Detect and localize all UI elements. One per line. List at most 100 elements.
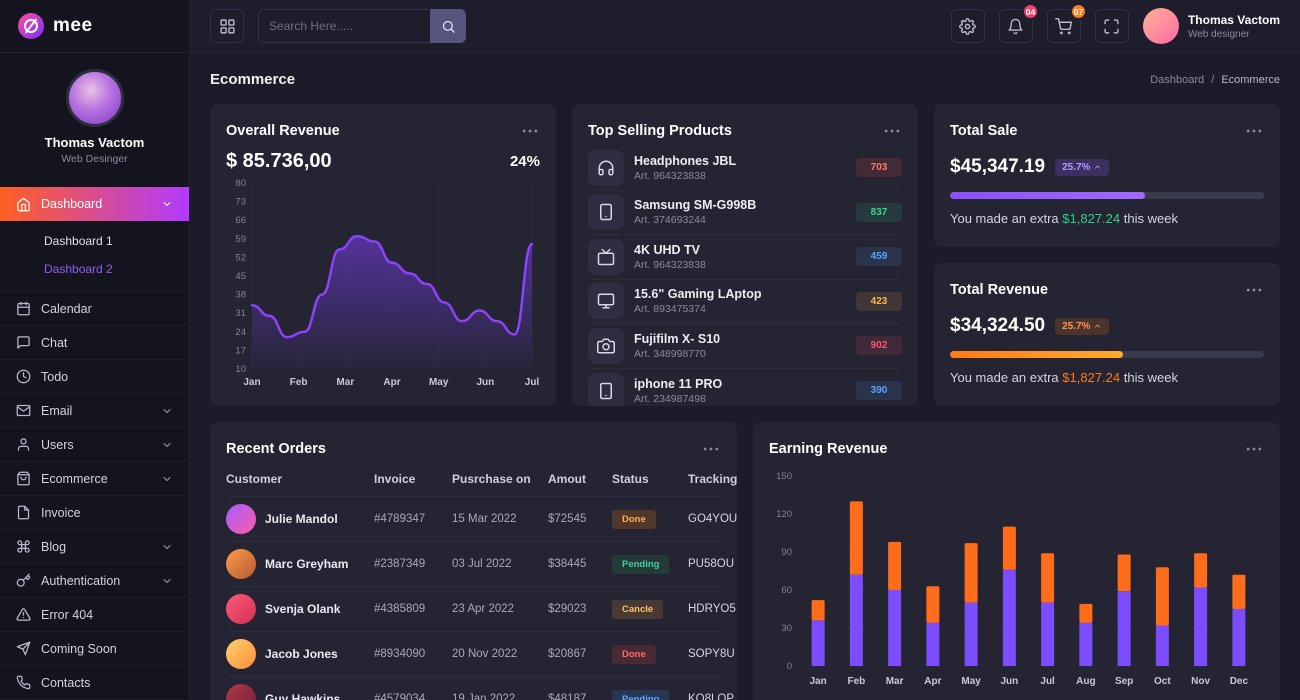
customer-name: Svenja Olank (265, 602, 341, 616)
list-item[interactable]: iphone 11 PRO Art. 234987498 390 (588, 369, 902, 406)
sidebar-item-ecommerce[interactable]: Ecommerce (0, 462, 189, 496)
command-icon (16, 539, 31, 554)
product-count-badge: 459 (856, 247, 902, 267)
status-badge: Cancle (612, 600, 664, 619)
apps-grid-button[interactable] (210, 9, 244, 43)
sidebar-item-chat[interactable]: Chat (0, 326, 189, 360)
column-header: Status (612, 472, 649, 486)
product-art: Art. 374693244 (634, 214, 706, 227)
status-badge: Pending (612, 555, 670, 574)
sidebar-item-users[interactable]: Users (0, 428, 189, 462)
product-image (588, 372, 624, 406)
list-item[interactable]: Fujifilm X- S10 Art. 348998770 902 (588, 324, 902, 369)
notifications-button[interactable]: 04 (998, 3, 1039, 43)
gear-icon (959, 17, 977, 35)
product-count-badge: 837 (856, 202, 902, 222)
maximize-icon (1103, 18, 1120, 35)
status-badge: Done (612, 510, 656, 529)
card-menu-button[interactable] (701, 439, 721, 459)
user-menu[interactable]: Thomas Vactom Web designer (1142, 8, 1280, 44)
sidebar-item-dashboard[interactable]: Dashboard (0, 187, 189, 221)
card-menu-button[interactable] (882, 121, 902, 141)
earning-revenue-card: Earning Revenue 0 30 60 90 120 150 Jan Feb Mar Ap… (753, 422, 1280, 700)
sidebar-item-invoice[interactable]: Invoice (0, 496, 189, 530)
profile-name: Thomas Vactom (44, 135, 145, 150)
svg-text:80: 80 (235, 178, 246, 189)
sidebar-item-coming-soon[interactable]: Coming Soon (0, 632, 189, 666)
trend-badge: 25.7% (1055, 158, 1110, 176)
list-item[interactable]: 15.6" Gaming LAptop Art. 893475374 423 (588, 280, 902, 324)
sidebar-item-calendar[interactable]: Calendar (0, 292, 189, 326)
invoice-cell: #4789347 (374, 513, 426, 525)
progress-fill (950, 192, 1145, 199)
product-image (588, 149, 624, 186)
list-item[interactable]: Headphones JBL Art. 964323838 703 (588, 146, 902, 191)
list-item[interactable]: Samsung SM-G998B Art. 374693244 837 (588, 191, 902, 235)
sidebar-item-label: Contacts (41, 675, 91, 690)
alert-triangle-icon (16, 607, 31, 622)
product-count-badge: 390 (856, 381, 902, 401)
sidebar-item-dashboard-1[interactable]: Dashboard 1 (0, 227, 189, 255)
brand-logo-icon (18, 13, 44, 39)
card-menu-button[interactable] (1244, 280, 1264, 300)
sidebar-item-todo[interactable]: Todo (0, 360, 189, 394)
svg-text:Oct: Oct (1154, 676, 1171, 687)
svg-text:May: May (961, 676, 981, 687)
total-revenue-card: Total Revenue $34,324.50 25.7% You made … (934, 263, 1280, 406)
product-name: Fujifilm X- S10 (634, 331, 721, 346)
brand-name: mee (53, 15, 93, 36)
sidebar-item-dashboard-2[interactable]: Dashboard 2 (0, 255, 189, 283)
extra-text: You made an extra $1,827.24 this week (950, 211, 1178, 226)
sidebar-item-blog[interactable]: Blog (0, 530, 189, 564)
profile-avatar[interactable] (65, 69, 124, 127)
breadcrumb-dashboard[interactable]: Dashboard (1150, 74, 1204, 86)
topbar: 04 07 Thomas Vactom Web designer (190, 0, 1300, 53)
card-title: Top Selling Products (588, 123, 732, 139)
card-menu-button[interactable] (1244, 439, 1264, 459)
invoice-cell: #2387349 (374, 558, 426, 570)
table-row[interactable]: Guy Hawkins #4579034 19 Jan 2022 $48187 … (226, 677, 734, 700)
list-item[interactable]: 4K UHD TV Art. 964323838 459 (588, 235, 902, 280)
search-input[interactable] (258, 9, 430, 43)
top-selling-products-card: Top Selling Products Headphones JBL Art. … (572, 104, 918, 406)
sidebar-nav: Dashboard Dashboard 1 Dashboard 2 Calend… (0, 187, 189, 700)
overall-revenue-card: Overall Revenue $ 85.736,00 24% 80 73 66 59… (210, 104, 556, 406)
fullscreen-button[interactable] (1094, 9, 1129, 43)
card-menu-button[interactable] (520, 121, 540, 141)
search-button[interactable] (430, 9, 466, 43)
brand-logo[interactable]: mee (0, 0, 189, 53)
sidebar-item-label: Users (41, 437, 74, 452)
column-header: Tracking (688, 472, 737, 486)
smartphone-icon (597, 203, 615, 221)
table-row[interactable]: Julie Mandol #4789347 15 Mar 2022 $72545… (226, 497, 737, 542)
overall-revenue-chart: 80 73 66 59 52 45 38 31 24 17 10 Jan Feb Mar Apr May Jun… (235, 178, 539, 388)
svg-text:Nov: Nov (1191, 676, 1210, 687)
table-row[interactable]: Marc Greyham #2387349 03 Jul 2022 $38445… (226, 542, 734, 587)
sidebar-item-email[interactable]: Email (0, 394, 189, 428)
card-menu-button[interactable] (1244, 121, 1264, 141)
sidebar-item-label: Authentication (41, 573, 121, 588)
extra-amount: $1,827.24 (1062, 211, 1121, 226)
extra-text: You made an extra $1,827.24 this week (950, 370, 1178, 385)
send-icon (16, 641, 31, 656)
sidebar-item-label: Calendar (41, 301, 92, 316)
breadcrumb-current: Ecommerce (1221, 73, 1280, 86)
svg-text:Feb: Feb (847, 676, 865, 687)
sidebar-item-error-404[interactable]: Error 404 (0, 598, 189, 632)
svg-text:Aug: Aug (1076, 676, 1095, 687)
sidebar-item-authentication[interactable]: Authentication (0, 564, 189, 598)
table-row[interactable]: Svenja Olank #4385809 23 Apr 2022 $29023… (226, 587, 736, 632)
file-icon (16, 505, 31, 520)
overall-revenue-percent: 24% (509, 153, 540, 170)
sidebar: mee Thomas Vactom Web Desinger Dashboard… (0, 0, 190, 700)
table-row[interactable]: Jacob Jones #8934090 20 Nov 2022 $20867 … (226, 632, 735, 677)
settings-button[interactable] (950, 9, 985, 43)
tracking-cell: HDRYO5 (688, 603, 736, 615)
chevron-down-icon (161, 575, 173, 587)
cart-button[interactable]: 07 (1046, 3, 1087, 43)
avatar (226, 504, 256, 534)
sidebar-item-contacts[interactable]: Contacts (0, 666, 189, 700)
svg-text:52: 52 (235, 252, 246, 263)
tracking-cell: PU58OU (688, 558, 735, 570)
recent-orders-card: Recent Orders Customer Invoice Pusrchase… (210, 422, 737, 700)
